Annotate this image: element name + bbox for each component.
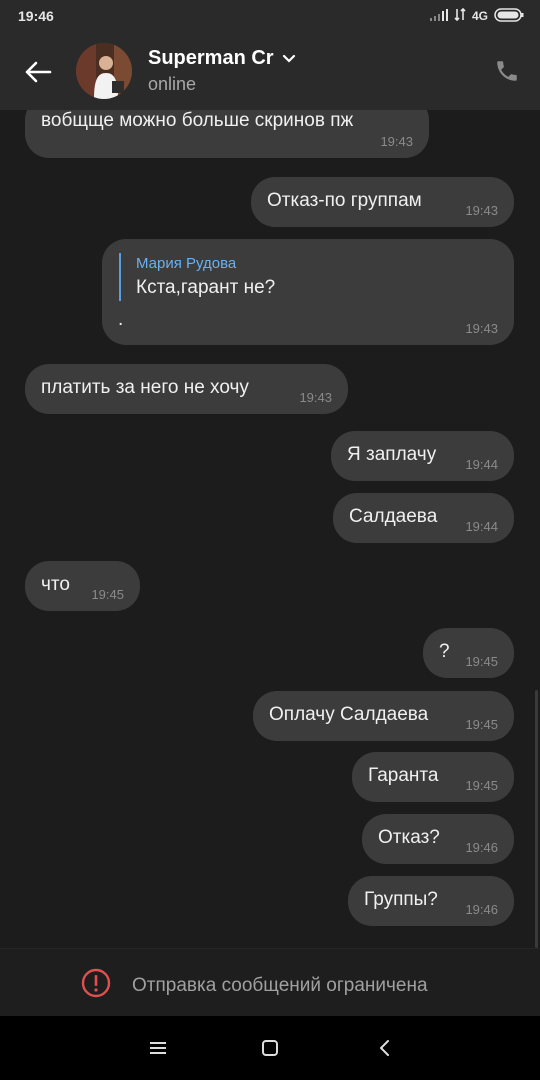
message-text: Кста,гарант не? xyxy=(136,277,276,298)
message-time: 19:43 xyxy=(299,390,332,405)
scrollbar[interactable] xyxy=(535,690,538,948)
message-list[interactable]: вобщще можно больше скринов пж 19:43 Отк… xyxy=(0,110,540,948)
message-incoming[interactable]: что 19:45 xyxy=(25,561,140,611)
contact-name-row[interactable]: Superman Cr xyxy=(148,47,296,70)
message-text: ? xyxy=(439,641,450,662)
reply-quote-bar xyxy=(119,253,121,301)
restricted-notice-text: Отправка сообщений ограничена xyxy=(132,974,428,996)
phone-icon[interactable] xyxy=(492,56,522,86)
message-text: Салдаева xyxy=(349,506,438,527)
message-extra-text: . xyxy=(118,309,124,330)
restricted-notice-bar: Отправка сообщений ограничена xyxy=(0,948,540,1017)
chat-header: Superman Cr online xyxy=(0,32,540,110)
message-outgoing[interactable]: Гаранта 19:45 xyxy=(352,752,514,802)
signal-icon xyxy=(429,8,448,24)
message-text: платить за него не хочу xyxy=(41,377,249,398)
contact-status: online xyxy=(148,74,197,94)
message-outgoing-reply[interactable]: Мария Рудова Кста,гарант не? . 19:43 xyxy=(102,239,514,345)
home-icon[interactable] xyxy=(258,1036,282,1060)
message-incoming[interactable]: вобщще можно больше скринов пж 19:43 xyxy=(25,110,429,158)
message-time: 19:45 xyxy=(465,717,498,732)
system-nav-bar xyxy=(0,1016,540,1080)
network-label: 4G xyxy=(471,9,488,23)
message-time: 19:43 xyxy=(380,134,413,149)
status-time: 19:46 xyxy=(18,8,54,24)
warning-circle-icon xyxy=(80,967,112,1004)
message-outgoing[interactable]: Группы? 19:46 xyxy=(348,876,514,926)
message-text: Оплачу Салдаева xyxy=(269,704,429,725)
menu-icon[interactable] xyxy=(146,1036,170,1060)
message-outgoing[interactable]: Салдаева 19:44 xyxy=(333,493,514,543)
message-time: 19:44 xyxy=(465,519,498,534)
message-time: 19:45 xyxy=(465,654,498,669)
message-time: 19:43 xyxy=(465,321,498,336)
message-time: 19:46 xyxy=(465,840,498,855)
message-text: что xyxy=(41,574,70,595)
avatar[interactable] xyxy=(76,43,132,99)
message-time: 19:46 xyxy=(465,902,498,917)
message-outgoing[interactable]: Отказ? 19:46 xyxy=(362,814,514,864)
message-outgoing[interactable]: Оплачу Салдаева 19:45 xyxy=(253,691,514,741)
contact-name: Superman Cr xyxy=(148,47,274,69)
data-arrows-icon xyxy=(454,7,466,24)
chevron-down-icon xyxy=(282,47,296,70)
message-text: Группы? xyxy=(364,889,438,910)
status-bar: 19:46 4G xyxy=(0,0,540,32)
message-time: 19:44 xyxy=(465,457,498,472)
message-incoming[interactable]: платить за него не хочу 19:43 xyxy=(25,364,348,414)
battery-icon xyxy=(494,7,524,25)
message-text: вобщще можно больше скринов пж xyxy=(41,110,354,131)
message-time: 19:45 xyxy=(91,587,124,602)
reply-author: Мария Рудова xyxy=(136,255,237,272)
back-icon[interactable] xyxy=(372,1036,396,1060)
message-outgoing[interactable]: Я заплачу 19:44 xyxy=(331,431,514,481)
message-text: Гаранта xyxy=(368,765,439,786)
status-icons: 4G xyxy=(429,7,524,25)
message-text: Отказ? xyxy=(378,827,440,848)
message-text: Я заплачу xyxy=(347,444,437,465)
back-arrow-icon[interactable] xyxy=(18,52,58,92)
message-outgoing[interactable]: ? 19:45 xyxy=(423,628,514,678)
message-outgoing[interactable]: Отказ-по группам 19:43 xyxy=(251,177,514,227)
message-time: 19:43 xyxy=(465,203,498,218)
message-time: 19:45 xyxy=(465,778,498,793)
message-text: Отказ-по группам xyxy=(267,190,422,211)
